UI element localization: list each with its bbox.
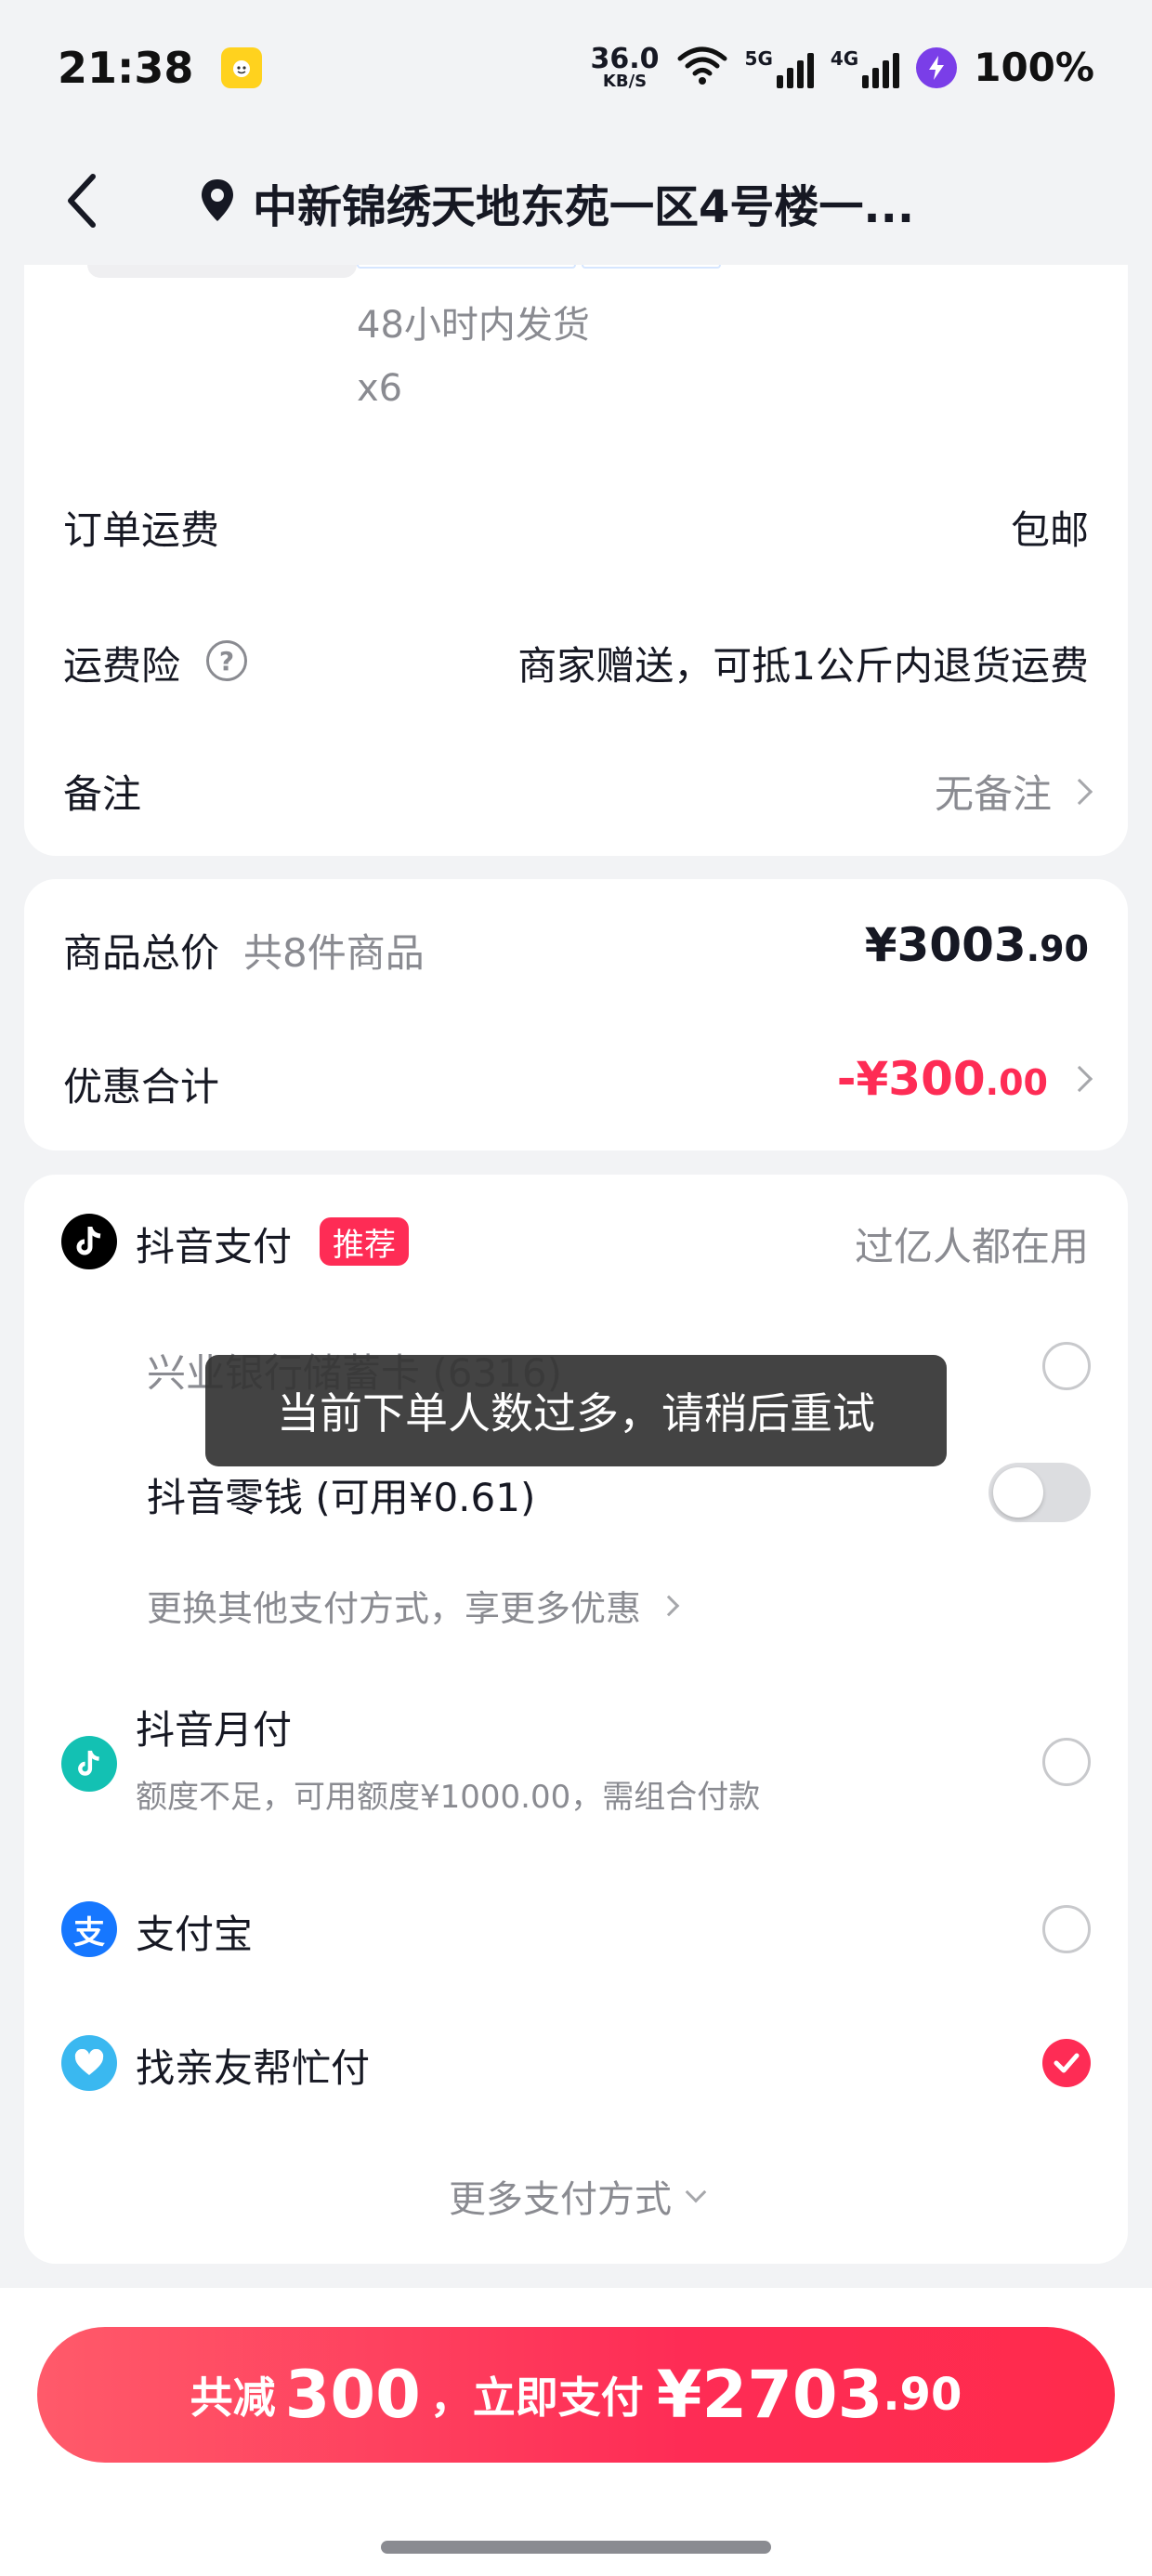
battery-level: 100% [974, 45, 1094, 90]
douyin-logo-icon [61, 1214, 117, 1269]
signal-5g-label: 5G [744, 46, 773, 70]
goods-total-price: ¥3003.90 [865, 918, 1089, 972]
douyin-pay-label: 抖音支付 [136, 1224, 293, 1269]
wallet-toggle[interactable] [988, 1463, 1091, 1522]
checkout-page: 21:38 36.0 KB/S 5G 4G 100% 中新锦绣天地东苑一区4号楼… [0, 0, 1152, 2576]
monthly-pay-label[interactable]: 抖音月付 [136, 1699, 292, 1755]
bank-card-radio[interactable] [1042, 1342, 1091, 1390]
monthly-pay-note: 额度不足，可用额度¥1000.00，需组合付款 [136, 1779, 761, 1816]
discount-detail[interactable]: -¥300.00 [837, 1052, 1093, 1106]
product-quantity: x6 [357, 367, 403, 410]
header: 中新锦绣天地东苑一区4号楼一... [0, 135, 1152, 265]
chevron-right-icon [1066, 778, 1093, 805]
insurance-label: 运费险 [63, 643, 181, 689]
freight-label: 订单运费 [63, 507, 220, 553]
bottom-bar: 共减 300 ，立即支付 ¥2703 .90 [0, 2288, 1152, 2576]
payment-card: 抖音支付 推荐 过亿人都在用 兴业银行储蓄卡 (6316) 抖音零钱 (可用¥0… [24, 1175, 1128, 2264]
address-text: 中新锦绣天地东苑一区4号楼一... [253, 181, 915, 233]
discount-amount: -¥300.00 [837, 1052, 1048, 1106]
product-thumbnail[interactable] [87, 265, 357, 278]
help-icon[interactable]: ? [206, 640, 247, 681]
home-indicator[interactable] [381, 2541, 771, 2554]
douyin-monthly-icon [61, 1736, 117, 1792]
reduce-amount: 300 [284, 2357, 421, 2433]
douyin-pay-note: 过亿人都在用 [854, 1224, 1089, 1269]
chevron-right-icon [658, 1595, 680, 1616]
more-payment-methods[interactable]: 更多支付方式 [24, 2169, 1128, 2223]
chevron-down-icon [685, 2181, 707, 2203]
status-bar: 21:38 36.0 KB/S 5G 4G 100% [0, 0, 1152, 135]
pay-now-button[interactable]: 共减 300 ，立即支付 ¥2703 .90 [37, 2327, 1115, 2463]
status-time: 21:38 [58, 42, 194, 93]
freight-value: 包邮 [1010, 507, 1089, 553]
signal-4g-label: 4G [830, 46, 859, 70]
order-info-card: 48小时内发货 x6 订单运费 包邮 运费险 ? 商家赠送，可抵1公斤内退货运费… [24, 265, 1128, 856]
net-speed-value: 36.0 [590, 42, 660, 75]
status-icons: 36.0 KB/S 5G 4G 100% [591, 45, 1094, 90]
remark-label: 备注 [63, 771, 142, 817]
signal-icon: 5G [745, 47, 814, 88]
pay-prefix: ，立即支付 [429, 2372, 644, 2423]
totals-card: 商品总价 共8件商品 ¥3003.90 优惠合计 -¥300.00 [24, 879, 1128, 1150]
pay-amount-main: ¥2703 [656, 2357, 884, 2433]
net-speed: 36.0 KB/S [590, 42, 660, 91]
discount-label: 优惠合计 [63, 1064, 220, 1110]
more-payment-label: 更多支付方式 [449, 2178, 672, 2221]
lightning-icon [916, 46, 958, 88]
alipay-icon: 支 [61, 1901, 117, 1957]
insurance-value: 商家赠送，可抵1公斤内退货运费 [517, 643, 1089, 689]
goods-count: 共8件商品 [243, 930, 425, 976]
pay-amount-decimal: .90 [883, 2369, 962, 2421]
net-speed-unit: KB/S [602, 71, 648, 91]
friend-pay-heart-icon [61, 2035, 117, 2091]
alipay-label[interactable]: 支付宝 [136, 1903, 253, 1960]
meituan-icon [221, 46, 263, 88]
discount-decimal: .00 [985, 1062, 1048, 1103]
product-tag [357, 265, 576, 269]
toast-message: 当前下单人数过多，请稍后重试 [205, 1355, 947, 1466]
discount-main: -¥300 [836, 1052, 986, 1106]
shipping-time: 48小时内发货 [357, 304, 590, 347]
address-selector[interactable]: 中新锦绣天地东苑一区4号楼一... [199, 170, 914, 235]
recommend-badge: 推荐 [320, 1217, 409, 1266]
switch-payment-label: 更换其他支付方式，享更多优惠 [147, 1588, 642, 1629]
reduce-prefix: 共减 [190, 2372, 276, 2423]
back-arrow-icon [68, 174, 96, 228]
back-button[interactable] [54, 168, 110, 233]
wallet-label: 抖音零钱 (可用¥0.61) [147, 1475, 536, 1520]
goods-price-decimal: .90 [1026, 928, 1089, 969]
alipay-radio[interactable] [1042, 1905, 1091, 1953]
remark-selector[interactable]: 无备注 [934, 763, 1093, 820]
goods-price-main: ¥3003 [864, 918, 1027, 972]
product-tag [582, 265, 721, 269]
remark-value: 无备注 [934, 771, 1052, 817]
chevron-right-icon [1066, 1065, 1093, 1093]
switch-payment-link[interactable]: 更换其他支付方式，享更多优惠 [147, 1580, 680, 1631]
goods-total-label: 商品总价 [63, 930, 220, 976]
friend-pay-label[interactable]: 找亲友帮忙付 [136, 2037, 370, 2094]
wifi-icon [676, 46, 728, 90]
monthly-pay-radio[interactable] [1042, 1738, 1091, 1786]
friend-pay-radio[interactable] [1042, 2039, 1091, 2087]
check-icon [1054, 2053, 1080, 2073]
location-pin-icon [199, 177, 236, 228]
signal-icon: 4G [830, 46, 900, 88]
